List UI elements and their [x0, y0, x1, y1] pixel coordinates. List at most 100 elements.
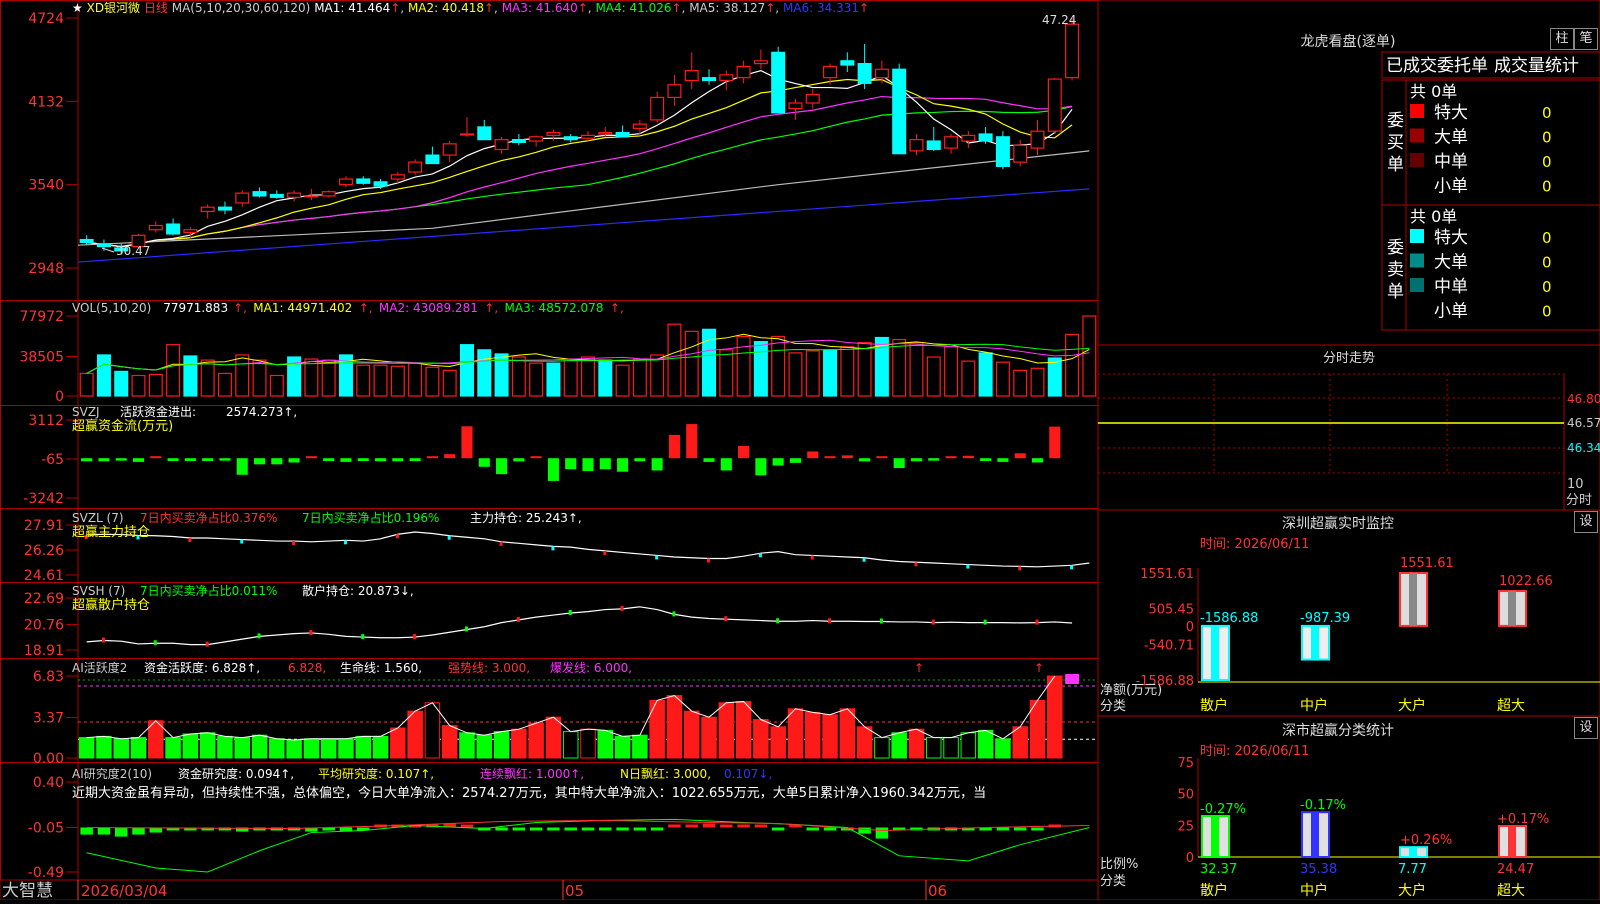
svzj-bar[interactable] [236, 458, 248, 475]
ai-activity-bar[interactable] [78, 737, 95, 759]
research-bar[interactable] [633, 827, 647, 831]
candle-body[interactable] [719, 74, 734, 82]
svzj-bar[interactable] [703, 458, 715, 462]
ai-activity-bar[interactable] [1047, 675, 1063, 759]
volume-bar[interactable] [477, 349, 492, 397]
column-mode-button[interactable]: 柱 [1550, 28, 1574, 50]
ai-activity-bar[interactable] [718, 702, 735, 759]
svzj-bar[interactable] [409, 458, 421, 462]
svzj-bar[interactable] [945, 456, 957, 459]
ai-activity-bar[interactable] [943, 737, 959, 759]
research-bar[interactable] [996, 827, 1010, 831]
ai-activity-bar[interactable] [338, 738, 354, 759]
svzj-bar[interactable] [340, 458, 352, 462]
volume-bar[interactable] [390, 365, 405, 397]
candle-body[interactable] [425, 154, 440, 165]
candle-body[interactable] [390, 174, 405, 180]
candle-body[interactable] [788, 102, 803, 110]
ai-activity-bar[interactable] [269, 738, 285, 759]
volume-bar[interactable] [408, 362, 423, 397]
candle-body[interactable] [304, 195, 319, 198]
svzj-bar[interactable] [565, 458, 577, 470]
research-bar[interactable] [806, 827, 819, 831]
candle-body[interactable] [926, 140, 941, 151]
candle-body[interactable] [563, 136, 578, 141]
research-bar[interactable] [80, 827, 93, 835]
volume-bar[interactable] [425, 366, 440, 397]
volume-bar[interactable] [252, 359, 267, 397]
svzj-bar[interactable] [305, 456, 317, 459]
svzj-bar[interactable] [98, 458, 110, 462]
volume-bar[interactable] [909, 342, 924, 397]
kline-main-svg[interactable]: 4724 4132 3540 2948 47.24 30.47 77972 38505 0 VOL… [0, 0, 1600, 901]
ai-activity-bar[interactable] [856, 726, 873, 759]
candle-body[interactable] [667, 84, 682, 98]
ai-activity-bar[interactable] [96, 735, 112, 759]
research-bar[interactable] [720, 824, 733, 828]
candle-body[interactable] [269, 193, 284, 198]
ai-activity-bar[interactable] [113, 738, 129, 759]
volume-bar[interactable] [96, 354, 111, 397]
ai-activity-bar[interactable] [562, 731, 579, 759]
candle-body[interactable] [736, 65, 751, 79]
volume-bar[interactable] [926, 356, 941, 397]
ai-activity-bar[interactable] [770, 726, 786, 759]
svzj-bar[interactable] [323, 458, 335, 462]
volume-bar[interactable] [684, 330, 699, 397]
volume-bar[interactable] [200, 359, 215, 397]
candle-body[interactable] [598, 131, 613, 135]
candle-body[interactable] [183, 229, 198, 234]
volume-bar[interactable] [719, 349, 734, 397]
research-bar[interactable] [702, 823, 716, 828]
volume-bar[interactable] [373, 364, 388, 397]
candle-body[interactable] [1047, 78, 1062, 132]
ai-activity-bar[interactable] [960, 732, 977, 759]
volume-bar[interactable] [1047, 357, 1062, 397]
research-bar[interactable] [737, 824, 750, 828]
research-bar[interactable] [616, 827, 629, 831]
ai-activity-bar[interactable] [597, 729, 614, 759]
monitor-settings-button[interactable]: 设 [1574, 511, 1598, 533]
research-bar[interactable] [754, 824, 768, 828]
candle-body[interactable] [805, 93, 820, 104]
volume-bar[interactable] [840, 346, 855, 397]
svzj-bar[interactable] [426, 456, 438, 459]
classify-settings-button[interactable]: 设 [1574, 717, 1598, 739]
svzj-bar[interactable] [824, 456, 836, 459]
volume-bar[interactable] [546, 362, 561, 397]
ai-activity-bar[interactable] [977, 729, 994, 759]
ai-activity-bar[interactable] [839, 708, 856, 759]
candle-body[interactable] [235, 192, 250, 204]
ai-activity-bar[interactable] [165, 737, 181, 759]
volume-bar[interactable] [598, 359, 613, 397]
volume-bar[interactable] [650, 354, 665, 397]
candle-body[interactable] [771, 51, 786, 114]
volume-bar[interactable] [667, 323, 682, 397]
research-bar[interactable] [564, 827, 577, 831]
research-bar[interactable] [668, 824, 681, 828]
candle-body[interactable] [96, 243, 111, 248]
ai-activity-bar[interactable] [614, 735, 631, 759]
candle-body[interactable] [892, 68, 907, 155]
svzj-bar[interactable] [496, 458, 508, 475]
ai-activity-bar[interactable] [424, 702, 441, 759]
svzj-bar[interactable] [582, 458, 594, 472]
ai-activity-bar[interactable] [1012, 726, 1028, 759]
ai-activity-bar[interactable] [355, 735, 372, 759]
svzj-bar[interactable] [634, 458, 646, 462]
svzj-bar[interactable] [928, 458, 940, 461]
svzj-bar[interactable] [461, 426, 473, 459]
ai-activity-bar[interactable] [753, 719, 769, 759]
research-bar[interactable] [512, 827, 526, 831]
ai-activity-bar[interactable] [182, 733, 199, 759]
candle-body[interactable] [287, 192, 302, 198]
tick-mode-button[interactable]: 笔 [1574, 28, 1598, 50]
candle-body[interactable] [321, 191, 336, 197]
volume-bar[interactable] [771, 335, 786, 397]
svzj-bar[interactable] [375, 458, 387, 462]
candle-body[interactable] [338, 178, 353, 186]
svzj-bar[interactable] [253, 458, 266, 465]
volume-bar[interactable] [183, 355, 198, 397]
volume-bar[interactable] [857, 342, 872, 397]
volume-bar[interactable] [131, 374, 146, 397]
